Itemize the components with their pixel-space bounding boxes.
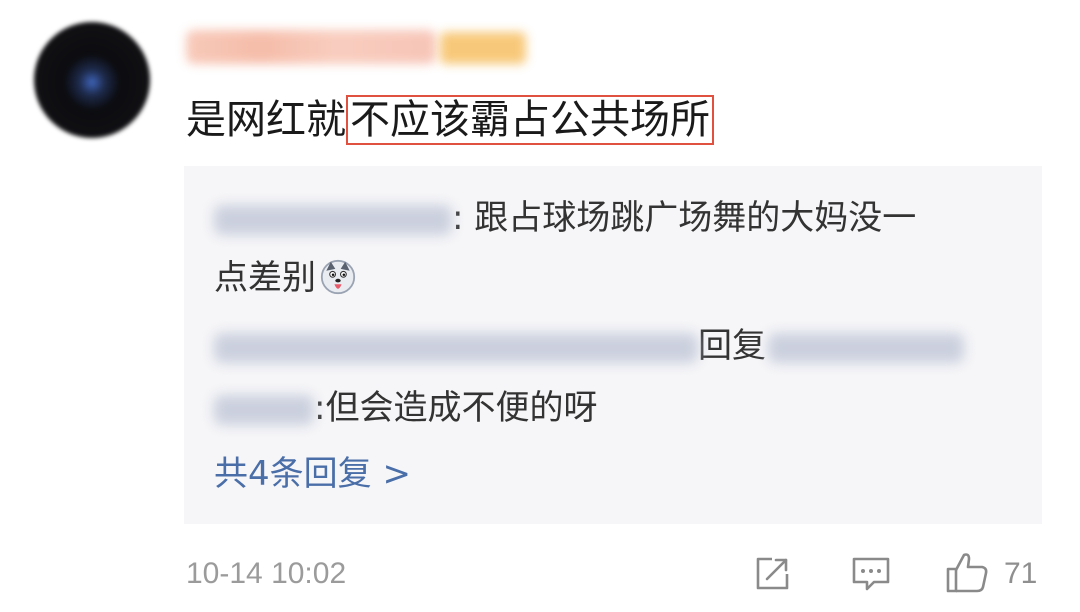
reply-text-line2: 点差别 bbox=[214, 258, 316, 298]
reply-text-line1: : 跟占球场跳广场舞的大妈没一 bbox=[452, 198, 917, 238]
comment-text: 是网红就 不应该霸占公共场所 bbox=[186, 92, 714, 148]
username-redacted[interactable] bbox=[186, 30, 436, 64]
reply-text-2: :但会造成不便的呀 bbox=[314, 388, 598, 428]
comment-text-highlight: 不应该霸占公共场所 bbox=[346, 95, 714, 145]
reply-target-redacted[interactable] bbox=[214, 394, 314, 425]
share-icon[interactable] bbox=[752, 554, 792, 594]
reply-label: 回复 bbox=[698, 326, 766, 366]
comment-text-prefix: 是网红就 bbox=[186, 97, 346, 143]
more-replies-link[interactable]: 共4条回复 > bbox=[214, 452, 411, 496]
reply-panel[interactable]: : 跟占球场跳广场舞的大妈没一 点差别 回复 :但会造成不便的呀 共4条回复 > bbox=[184, 166, 1042, 524]
reply-item-2-cont: :但会造成不便的呀 bbox=[214, 386, 597, 430]
reply-author-redacted[interactable] bbox=[214, 204, 452, 235]
reply-target-redacted[interactable] bbox=[768, 332, 964, 363]
reply-item-1: : 跟占球场跳广场舞的大妈没一 bbox=[214, 196, 916, 240]
dog-tongue-emoji-icon bbox=[320, 259, 356, 294]
reply-author-redacted[interactable] bbox=[214, 332, 698, 363]
like-count: 71 bbox=[1004, 557, 1038, 590]
user-badge-redacted bbox=[440, 32, 526, 64]
avatar[interactable] bbox=[34, 22, 150, 138]
comment-icon[interactable] bbox=[850, 554, 892, 594]
comment-timestamp: 10-14 10:02 bbox=[186, 557, 347, 590]
reply-item-2: 回复 bbox=[214, 324, 964, 368]
reply-item-1-cont: 点差别 bbox=[214, 256, 356, 300]
thumbs-up-icon[interactable] bbox=[944, 550, 990, 596]
